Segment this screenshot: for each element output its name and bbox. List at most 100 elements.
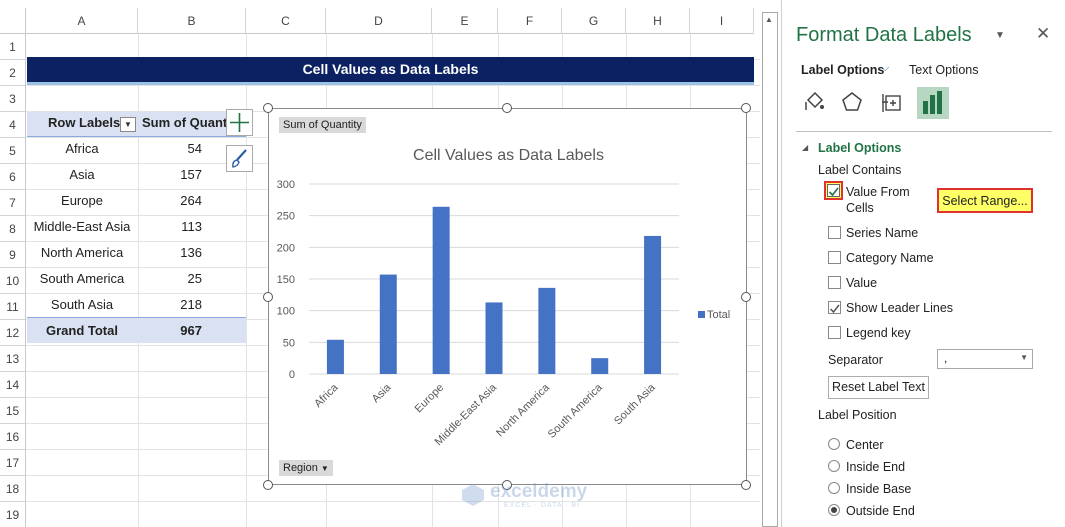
pivot-chart[interactable]: Sum of Quantity Cell Values as Data Labe… bbox=[268, 108, 747, 485]
show-leader-lines-label[interactable]: Show Leader Lines bbox=[846, 301, 953, 315]
outside-end-radio[interactable] bbox=[828, 504, 840, 516]
column-header-c[interactable]: C bbox=[246, 8, 326, 34]
column-header-d[interactable]: D bbox=[326, 8, 432, 34]
column-header-g[interactable]: G bbox=[562, 8, 626, 34]
reset-label-text-button[interactable]: Reset Label Text bbox=[828, 376, 929, 399]
resize-handle[interactable] bbox=[741, 103, 751, 113]
checkmark-icon bbox=[829, 304, 840, 314]
row-header-4[interactable]: 4 bbox=[0, 112, 26, 138]
center-radio[interactable] bbox=[828, 438, 840, 450]
label-options-tab[interactable] bbox=[917, 87, 949, 119]
field-button-region[interactable]: Region ▼ bbox=[279, 460, 333, 476]
center-label[interactable]: Center bbox=[846, 438, 884, 452]
size-properties-icon[interactable] bbox=[880, 90, 904, 114]
row-header-15[interactable]: 15 bbox=[0, 398, 26, 424]
resize-handle[interactable] bbox=[502, 103, 512, 113]
bar bbox=[432, 206, 450, 374]
gridline bbox=[26, 501, 760, 502]
inside-end-label[interactable]: Inside End bbox=[846, 460, 905, 474]
pivot-row-value: 264 bbox=[180, 193, 202, 208]
row-header-18[interactable]: 18 bbox=[0, 476, 26, 502]
row-header-13[interactable]: 13 bbox=[0, 346, 26, 372]
row-header-3[interactable]: 3 bbox=[0, 86, 26, 112]
y-tick-label: 250 bbox=[277, 211, 295, 223]
exceldemy-logo-icon bbox=[462, 484, 484, 506]
filter-dropdown-icon[interactable]: ▼ bbox=[120, 117, 136, 132]
legend-key-checkbox[interactable] bbox=[828, 326, 841, 339]
show-leader-lines-checkbox[interactable] bbox=[828, 301, 841, 314]
y-tick-label: 100 bbox=[277, 306, 295, 318]
select-all-corner[interactable] bbox=[0, 8, 26, 34]
resize-handle[interactable] bbox=[263, 292, 273, 302]
value-from-cells-checkbox[interactable] bbox=[827, 184, 840, 197]
row-header-17[interactable]: 17 bbox=[0, 450, 26, 476]
effects-pentagon-icon[interactable] bbox=[840, 90, 864, 114]
chart-elements-button[interactable] bbox=[226, 109, 253, 136]
inside-base-radio[interactable] bbox=[828, 482, 840, 494]
row-header-7[interactable]: 7 bbox=[0, 190, 26, 216]
pivot-row-value: 25 bbox=[187, 271, 202, 286]
resize-handle[interactable] bbox=[741, 480, 751, 490]
category-name-checkbox[interactable] bbox=[828, 251, 841, 264]
row-header-8[interactable]: 8 bbox=[0, 216, 26, 242]
row-header-9[interactable]: 9 bbox=[0, 242, 26, 268]
column-header-i[interactable]: I bbox=[690, 8, 754, 34]
checkmark-icon bbox=[828, 187, 839, 197]
banner-underline bbox=[27, 82, 754, 85]
tab-label-options[interactable]: Label Options bbox=[801, 63, 884, 77]
chart-plot-area[interactable]: 050100150200250300Africa Asia EuropeMiddle… bbox=[269, 109, 746, 484]
separator-dropdown[interactable]: , ▼ bbox=[937, 349, 1033, 369]
resize-handle[interactable] bbox=[263, 103, 273, 113]
resize-handle[interactable] bbox=[263, 480, 273, 490]
collapse-triangle-icon[interactable]: ◢ bbox=[802, 143, 808, 152]
row-header-10[interactable]: 10 bbox=[0, 268, 26, 294]
chevron-down-icon[interactable]: ⌵ bbox=[881, 62, 889, 75]
plus-icon bbox=[230, 113, 249, 132]
column-header-a[interactable]: A bbox=[26, 8, 138, 34]
row-header-16[interactable]: 16 bbox=[0, 424, 26, 450]
bar bbox=[644, 235, 662, 374]
watermark-name: exceldemy bbox=[490, 481, 588, 502]
row-header-2[interactable]: 2 bbox=[0, 60, 26, 86]
pivot-row-value: 136 bbox=[180, 245, 202, 260]
y-tick-label: 300 bbox=[277, 179, 295, 191]
category-name-label[interactable]: Category Name bbox=[846, 251, 934, 265]
column-header-b[interactable]: B bbox=[138, 8, 246, 34]
row-header-11[interactable]: 11 bbox=[0, 294, 26, 320]
value-label[interactable]: Value bbox=[846, 276, 877, 290]
y-tick-label: 200 bbox=[277, 242, 295, 254]
inside-end-radio[interactable] bbox=[828, 460, 840, 472]
row-header-5[interactable]: 5 bbox=[0, 138, 26, 164]
series-name-checkbox[interactable] bbox=[828, 226, 841, 239]
gridline bbox=[246, 34, 247, 527]
close-icon[interactable]: ✕ bbox=[1036, 24, 1050, 44]
value-from-label[interactable]: Value From bbox=[846, 185, 910, 199]
x-tick-label: North America bbox=[494, 381, 552, 439]
row-header-14[interactable]: 14 bbox=[0, 372, 26, 398]
field-button-region-label: Region bbox=[283, 462, 318, 474]
tab-text-options[interactable]: Text Options bbox=[909, 63, 978, 77]
row-header-19[interactable]: 19 bbox=[0, 502, 26, 527]
cells-label[interactable]: Cells bbox=[846, 201, 874, 215]
select-range-button[interactable]: Select Range... bbox=[937, 188, 1033, 213]
row-header-6[interactable]: 6 bbox=[0, 164, 26, 190]
chart-styles-button[interactable] bbox=[226, 145, 253, 172]
column-header-f[interactable]: F bbox=[498, 8, 562, 34]
inside-base-label[interactable]: Inside Base bbox=[846, 482, 911, 496]
fill-line-icon[interactable] bbox=[802, 90, 826, 114]
series-name-label[interactable]: Series Name bbox=[846, 226, 918, 240]
row-header-12[interactable]: 12 bbox=[0, 320, 26, 346]
column-header-h[interactable]: H bbox=[626, 8, 690, 34]
pane-options-dropdown-icon[interactable]: ▼ bbox=[995, 30, 1005, 41]
outside-end-label[interactable]: Outside End bbox=[846, 504, 915, 518]
scroll-up-icon[interactable]: ▲ bbox=[765, 15, 773, 24]
column-header-e[interactable]: E bbox=[432, 8, 498, 34]
resize-handle[interactable] bbox=[741, 292, 751, 302]
value-checkbox[interactable] bbox=[828, 276, 841, 289]
separator-value: , bbox=[944, 351, 948, 365]
row-header-1[interactable]: 1 bbox=[0, 34, 26, 60]
vertical-scrollbar[interactable]: ▲ bbox=[762, 12, 778, 527]
pivot-row-label: Middle-East Asia bbox=[33, 219, 131, 234]
legend-key-label[interactable]: Legend key bbox=[846, 326, 911, 340]
section-label-options[interactable]: Label Options bbox=[818, 141, 901, 155]
